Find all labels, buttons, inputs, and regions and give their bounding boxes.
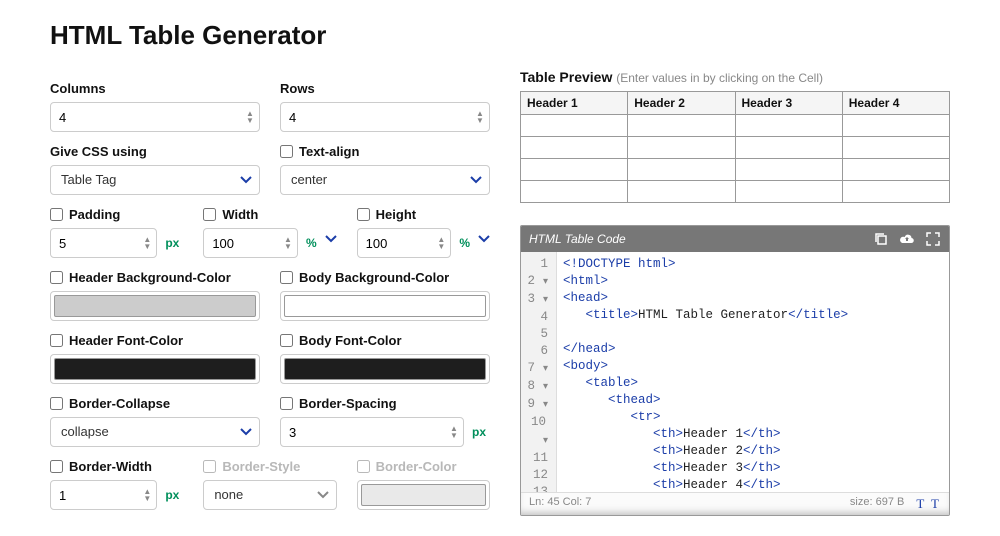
columns-label: Columns <box>50 81 260 96</box>
border-style-select[interactable]: none <box>203 480 336 510</box>
css-using-select[interactable]: Table Tag <box>50 165 260 195</box>
height-label: Height <box>376 207 416 222</box>
border-collapse-label: Border-Collapse <box>69 396 170 411</box>
preview-cell[interactable] <box>735 159 842 181</box>
border-width-unit: px <box>161 488 183 502</box>
body-font-picker[interactable] <box>280 354 490 384</box>
chevron-down-icon[interactable] <box>478 235 490 243</box>
status-size: size: 697 B <box>850 496 904 512</box>
body-bg-picker[interactable] <box>280 291 490 321</box>
width-unit: % <box>302 236 321 250</box>
code-gutter: 1 2 ▾ 3 ▾ 4 5 6 7 ▾ 8 ▾ 9 ▾ 10 ▾ 11 12 1… <box>521 252 557 492</box>
rows-label: Rows <box>280 81 490 96</box>
preview-cell[interactable] <box>521 115 628 137</box>
border-color-picker[interactable] <box>357 480 490 510</box>
header-font-picker[interactable] <box>50 354 260 384</box>
columns-input[interactable] <box>50 102 260 132</box>
text-align-checkbox[interactable] <box>280 145 293 158</box>
border-color-label: Border-Color <box>376 459 457 474</box>
body-bg-label: Body Background-Color <box>299 270 449 285</box>
preview-table[interactable]: Header 1 Header 2 Header 3 Header 4 <box>520 91 950 203</box>
padding-unit: px <box>161 236 183 250</box>
stepper-icon[interactable]: ▲▼ <box>474 106 486 128</box>
stepper-icon[interactable]: ▲▼ <box>141 484 153 506</box>
text-align-select[interactable]: center <box>280 165 490 195</box>
preview-cell[interactable] <box>521 181 628 203</box>
preview-heading: Table Preview (Enter values in by clicki… <box>520 69 950 85</box>
border-style-checkbox[interactable] <box>203 460 216 473</box>
preview-cell[interactable] <box>842 181 949 203</box>
border-color-checkbox[interactable] <box>357 460 370 473</box>
body-bg-checkbox[interactable] <box>280 271 293 284</box>
border-spacing-label: Border-Spacing <box>299 396 397 411</box>
border-collapse-checkbox[interactable] <box>50 397 63 410</box>
code-pane-title: HTML Table Code <box>529 232 863 246</box>
border-collapse-select[interactable]: collapse <box>50 417 260 447</box>
preview-cell[interactable] <box>735 115 842 137</box>
border-spacing-input[interactable] <box>280 417 464 447</box>
code-content[interactable]: <!DOCTYPE html> <html> <head> <title>HTM… <box>557 252 949 492</box>
chevron-down-icon[interactable] <box>325 235 337 243</box>
css-using-label: Give CSS using <box>50 144 260 159</box>
preview-header-cell[interactable]: Header 3 <box>735 92 842 115</box>
preview-cell[interactable] <box>521 159 628 181</box>
preview-header-cell[interactable]: Header 2 <box>628 92 735 115</box>
preview-cell[interactable] <box>842 115 949 137</box>
status-text-tool[interactable]: T T <box>916 496 941 512</box>
height-unit: % <box>455 236 474 250</box>
preview-cell[interactable] <box>842 159 949 181</box>
code-statusbar: Ln: 45 Col: 7 size: 697 B T T <box>521 492 949 515</box>
stepper-icon[interactable]: ▲▼ <box>435 232 447 254</box>
border-spacing-checkbox[interactable] <box>280 397 293 410</box>
preview-cell[interactable] <box>842 137 949 159</box>
padding-label: Padding <box>69 207 120 222</box>
page-title: HTML Table Generator <box>50 20 950 51</box>
body-font-label: Body Font-Color <box>299 333 402 348</box>
header-bg-picker[interactable] <box>50 291 260 321</box>
rows-input[interactable] <box>280 102 490 132</box>
preview-cell[interactable] <box>628 181 735 203</box>
expand-icon[interactable] <box>925 231 941 247</box>
cloud-upload-icon[interactable] <box>899 231 915 247</box>
preview-cell[interactable] <box>521 137 628 159</box>
body-font-checkbox[interactable] <box>280 334 293 347</box>
header-bg-checkbox[interactable] <box>50 271 63 284</box>
height-checkbox[interactable] <box>357 208 370 221</box>
header-font-checkbox[interactable] <box>50 334 63 347</box>
preview-cell[interactable] <box>628 115 735 137</box>
stepper-icon[interactable]: ▲▼ <box>448 421 460 443</box>
code-pane: HTML Table Code 1 2 ▾ 3 ▾ 4 5 6 7 ▾ 8 ▾ … <box>520 225 950 516</box>
status-position: Ln: 45 Col: 7 <box>529 496 591 512</box>
width-checkbox[interactable] <box>203 208 216 221</box>
header-font-label: Header Font-Color <box>69 333 183 348</box>
border-spacing-unit: px <box>468 425 490 439</box>
stepper-icon[interactable]: ▲▼ <box>244 106 256 128</box>
text-align-label: Text-align <box>299 144 359 159</box>
copy-icon[interactable] <box>873 231 889 247</box>
border-style-label: Border-Style <box>222 459 300 474</box>
preview-header-cell[interactable]: Header 1 <box>521 92 628 115</box>
header-bg-label: Header Background-Color <box>69 270 231 285</box>
stepper-icon[interactable]: ▲▼ <box>141 232 153 254</box>
preview-cell[interactable] <box>735 137 842 159</box>
padding-checkbox[interactable] <box>50 208 63 221</box>
stepper-icon[interactable]: ▲▼ <box>282 232 294 254</box>
width-label: Width <box>222 207 258 222</box>
settings-form: Columns ▲▼ Rows ▲▼ Give CSS using Table … <box>50 69 490 516</box>
preview-cell[interactable] <box>628 137 735 159</box>
preview-header-cell[interactable]: Header 4 <box>842 92 949 115</box>
preview-cell[interactable] <box>735 181 842 203</box>
preview-cell[interactable] <box>628 159 735 181</box>
border-width-label: Border-Width <box>69 459 152 474</box>
border-width-checkbox[interactable] <box>50 460 63 473</box>
